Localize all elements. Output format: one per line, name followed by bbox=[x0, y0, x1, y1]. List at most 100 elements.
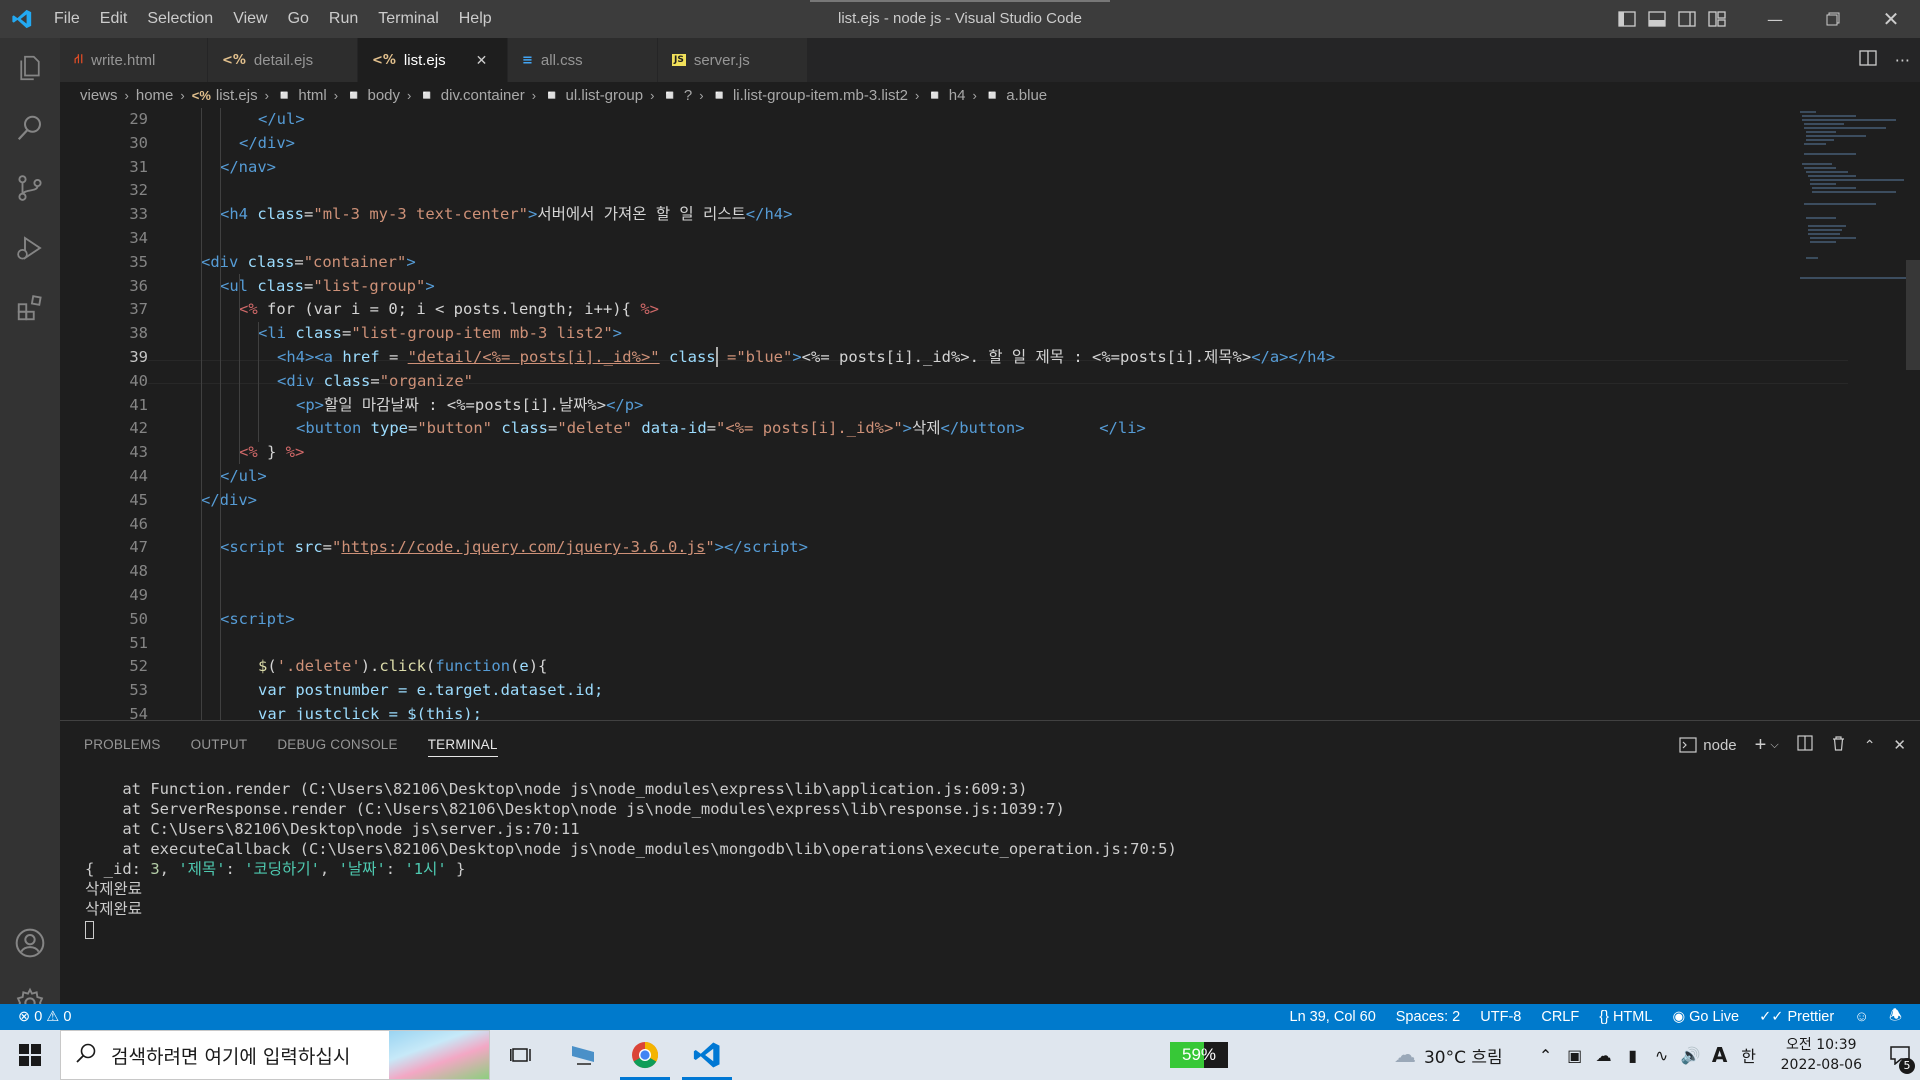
battery-icon[interactable]: ▮ bbox=[1620, 1046, 1646, 1065]
speaker-icon[interactable]: 🔊 bbox=[1678, 1046, 1704, 1065]
menu-go[interactable]: Go bbox=[278, 0, 319, 38]
split-terminal-icon[interactable] bbox=[1797, 735, 1813, 755]
code-line: <% } %> bbox=[239, 443, 305, 462]
close-window-icon[interactable]: ✕ bbox=[1862, 0, 1920, 38]
menu-selection[interactable]: Selection bbox=[137, 0, 223, 38]
encoding[interactable]: UTF-8 bbox=[1480, 1009, 1521, 1025]
breadcrumb-item[interactable]: ◽ li.list-group-item.mb-3.list2 bbox=[711, 87, 908, 104]
code-line: <% for (var i = 0; i < posts.length; i++… bbox=[239, 300, 659, 319]
chevron-down-icon[interactable]: ⌵ bbox=[1770, 739, 1778, 752]
tab-terminal[interactable]: TERMINAL bbox=[427, 721, 498, 769]
breadcrumb-item[interactable]: <% list.ejs bbox=[192, 87, 258, 104]
split-editor-icon[interactable] bbox=[1859, 50, 1877, 70]
bell-icon[interactable]: 🕭 bbox=[1889, 1005, 1902, 1030]
menu-run[interactable]: Run bbox=[319, 0, 368, 38]
tab-all-css[interactable]: ≡ all.css bbox=[508, 38, 658, 82]
editor-tabs: ⛙ write.html <% detail.ejs <% list.ejs ✕… bbox=[60, 38, 1920, 82]
trash-icon[interactable] bbox=[1831, 735, 1846, 755]
menu-file[interactable]: File bbox=[44, 0, 90, 38]
code-line: var justclick = $(this); bbox=[258, 705, 482, 720]
minimap[interactable] bbox=[1796, 108, 1906, 288]
breadcrumb-item[interactable]: ◽ h4 bbox=[926, 87, 965, 104]
taskbar-search-input[interactable]: 검색하려면 여기에 입력하십시 bbox=[60, 1030, 490, 1080]
notification-center-icon[interactable]: 5 bbox=[1880, 1030, 1920, 1080]
code-editor[interactable]: 29 30 31 32 33 34 35 36 37 38 39 40 41 42 43 44 45 46 47 48… bbox=[60, 108, 1920, 720]
customize-layout-icon[interactable] bbox=[1702, 0, 1732, 38]
toggle-primary-sidebar-icon[interactable] bbox=[1612, 0, 1642, 38]
terminal-icon bbox=[1679, 737, 1697, 753]
toggle-panel-icon[interactable] bbox=[1642, 0, 1672, 38]
clock[interactable]: 오전 10:39 2022-08-06 bbox=[1781, 1035, 1862, 1075]
menu-terminal[interactable]: Terminal bbox=[368, 0, 448, 38]
tab-list-ejs[interactable]: <% list.ejs ✕ bbox=[358, 38, 508, 82]
font-a-icon[interactable]: A bbox=[1707, 1043, 1733, 1067]
problems-status[interactable]: ⊗ 0 ⚠ 0 bbox=[18, 1004, 71, 1030]
ime-indicator[interactable]: 한 bbox=[1736, 1043, 1762, 1067]
source-control-icon[interactable] bbox=[0, 158, 60, 218]
broadcast-icon: ◉ bbox=[1672, 1009, 1686, 1025]
explorer-icon[interactable] bbox=[0, 38, 60, 98]
chevron-up-icon[interactable]: ⌃ bbox=[1533, 1046, 1559, 1065]
weather-widget[interactable]: ☁ 30°C 흐림 bbox=[1394, 1043, 1503, 1068]
prettier-button[interactable]: ✓✓ Prettier bbox=[1759, 1009, 1834, 1025]
jquery-link[interactable]: https://code.jquery.com/jquery-3.6.0.js bbox=[341, 538, 705, 556]
search-highlight-image bbox=[389, 1031, 489, 1079]
tab-label: write.html bbox=[91, 51, 156, 69]
breadcrumb-item[interactable]: ◽ div.container bbox=[418, 87, 524, 104]
js-icon: JS bbox=[672, 54, 686, 66]
terminal-name: node bbox=[1703, 736, 1737, 754]
toggle-secondary-sidebar-icon[interactable] bbox=[1672, 0, 1702, 38]
terminal-output[interactable]: at Function.render (C:\Users\82106\Deskt… bbox=[85, 779, 1905, 939]
minimize-icon[interactable]: — bbox=[1746, 0, 1804, 38]
code-lines[interactable]: </ul> </div> </nav> <h4 class="ml-3 my-3… bbox=[182, 108, 1822, 720]
new-terminal-icon[interactable]: + bbox=[1755, 734, 1767, 757]
close-panel-icon[interactable]: ✕ bbox=[1893, 736, 1906, 754]
extensions-icon[interactable] bbox=[0, 278, 60, 338]
indentation[interactable]: Spaces: 2 bbox=[1396, 1009, 1461, 1025]
breadcrumb-item[interactable]: ◽ body bbox=[345, 87, 400, 104]
line-number: 47 bbox=[129, 538, 148, 557]
windows-start-icon[interactable] bbox=[0, 1030, 60, 1080]
chrome-icon[interactable] bbox=[614, 1030, 676, 1080]
tab-debug-console[interactable]: DEBUG CONSOLE bbox=[277, 721, 397, 769]
vscode-taskbar-icon[interactable] bbox=[676, 1030, 738, 1080]
cursor-position[interactable]: Ln 39, Col 60 bbox=[1290, 1009, 1376, 1025]
desktop-app-icon[interactable] bbox=[552, 1030, 614, 1080]
search-icon[interactable] bbox=[0, 98, 60, 158]
task-view-icon[interactable] bbox=[490, 1030, 552, 1080]
breadcrumb-item[interactable]: ◽ html bbox=[276, 87, 327, 104]
wifi-icon[interactable]: ∿ bbox=[1649, 1046, 1675, 1065]
menu-edit[interactable]: Edit bbox=[90, 0, 138, 38]
tab-write-html[interactable]: ⛙ write.html bbox=[60, 38, 208, 82]
menu-view[interactable]: View bbox=[223, 0, 277, 38]
tab-problems[interactable]: PROBLEMS bbox=[84, 721, 161, 769]
camera-icon[interactable]: ▣ bbox=[1562, 1046, 1588, 1065]
language-mode[interactable]: {} HTML bbox=[1599, 1009, 1652, 1025]
onedrive-cloud-icon[interactable]: ☁ bbox=[1591, 1046, 1617, 1065]
restore-icon[interactable] bbox=[1804, 0, 1862, 38]
symbol-cube-icon: ◽ bbox=[710, 86, 728, 103]
menu-help[interactable]: Help bbox=[449, 0, 502, 38]
close-tab-icon[interactable]: ✕ bbox=[476, 52, 488, 69]
go-live-button[interactable]: ◉ Go Live bbox=[1672, 1009, 1739, 1025]
tab-detail-ejs[interactable]: <% detail.ejs bbox=[208, 38, 358, 82]
accounts-icon[interactable] bbox=[0, 913, 60, 973]
breadcrumb-item[interactable]: views bbox=[80, 87, 118, 104]
breadcrumb-item[interactable]: ◽ ul.list-group bbox=[543, 87, 643, 104]
line-ending[interactable]: CRLF bbox=[1541, 1009, 1579, 1025]
editor-scrollbar[interactable] bbox=[1906, 260, 1920, 370]
breadcrumb-item[interactable]: ◽ a.blue bbox=[984, 87, 1047, 104]
terminal-selector[interactable]: node bbox=[1679, 736, 1737, 754]
run-debug-icon[interactable] bbox=[0, 218, 60, 278]
more-actions-icon[interactable]: ··· bbox=[1895, 51, 1910, 70]
clock-date: 2022-08-06 bbox=[1780, 1057, 1862, 1073]
tab-server-js[interactable]: JS server.js bbox=[658, 38, 808, 82]
tab-output[interactable]: OUTPUT bbox=[191, 721, 248, 769]
battery-indicator[interactable]: 59% bbox=[1170, 1042, 1228, 1068]
clock-time: 오전 10:39 bbox=[1786, 1037, 1857, 1053]
breadcrumb-item[interactable]: ◽? bbox=[661, 87, 692, 104]
vscode-logo-icon bbox=[0, 0, 44, 38]
breadcrumb-item[interactable]: home bbox=[136, 87, 174, 104]
maximize-panel-icon[interactable]: ⌃ bbox=[1864, 737, 1876, 754]
feedback-icon[interactable]: ☺ bbox=[1854, 1009, 1869, 1025]
